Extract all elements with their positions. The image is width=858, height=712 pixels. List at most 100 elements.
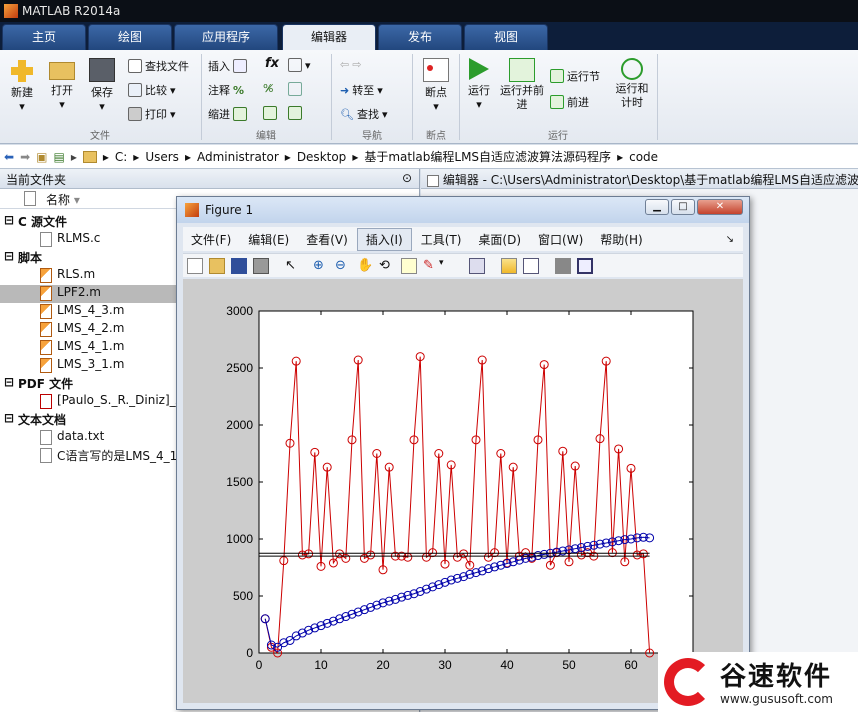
y-tick-label: 1500 [226,475,253,489]
ribbon: 新建 ▾ 打开 ▾ 保存 ▾ 查找文件 比较 ▾ 打印 ▾ 文件 插入 fx ▾ 注释% … [0,50,858,144]
fx-button[interactable]: fx [265,56,279,71]
menu-file[interactable]: 文件(F) [183,229,239,250]
pan-hand-icon[interactable]: ✋ [357,258,373,274]
compare-button[interactable]: 比较 ▾ [128,82,176,98]
path-separator-icon: ▸ [70,149,77,164]
cell-icon [288,58,302,72]
path-segment[interactable]: Desktop [297,150,347,164]
new-button[interactable]: 新建 ▾ [4,58,40,113]
x-tick-label: 10 [314,658,328,672]
panel-menu-icon[interactable]: ⊙ [402,171,412,185]
menu-insert[interactable]: 插入(I) [356,227,412,251]
run-section-button[interactable]: 运行节 [550,68,600,84]
tab-view[interactable]: 视图 [464,24,548,50]
m-file-icon [40,268,52,283]
tab-plots[interactable]: 绘图 [88,24,172,50]
insert-icon [233,59,247,73]
path-segment[interactable]: Users [145,150,179,164]
menu-help[interactable]: 帮助(H) [592,229,650,250]
decrease-indent-button[interactable] [288,106,302,120]
menu-view[interactable]: 查看(V) [298,229,356,250]
editor-header: 编辑器 - C:\Users\Administrator\Desktop\基于m… [421,169,858,189]
m-file-icon [40,286,52,301]
legend-icon[interactable] [523,258,539,274]
path-sep: ▸ [102,149,109,164]
window-title: MATLAB R2014a [22,4,121,18]
open-file-icon[interactable] [209,258,225,274]
path-segment[interactable]: C: [115,150,127,164]
browse-folder-icon[interactable]: ▤ [53,150,64,164]
breakpoints-button[interactable]: 断点 ▾ [418,58,454,113]
chart[interactable]: 010203040506070050010001500200025003000 [183,279,743,703]
insert-button[interactable]: 插入 [208,58,247,74]
maximize-button[interactable]: □ [671,199,695,215]
pointer-icon[interactable]: ↖ [285,258,301,274]
title-bar: MATLAB R2014a [0,0,858,22]
y-tick-label: 2500 [226,361,253,375]
x-tick-label: 30 [438,658,452,672]
x-tick-label: 60 [624,658,638,672]
indent-button[interactable]: 缩进 [208,106,247,122]
x-tick-label: 0 [256,658,263,672]
save-figure-icon[interactable] [231,258,247,274]
save-button[interactable]: 保存 ▾ [84,58,120,113]
run-play-icon [469,58,489,80]
print-figure-icon[interactable] [253,258,269,274]
run-advance-button[interactable]: 运行并前进 [500,58,544,112]
dock-arrow-icon[interactable]: ↘ [718,232,742,247]
increase-indent-button[interactable] [263,106,277,120]
new-figure-icon[interactable] [187,258,203,274]
tab-editor[interactable]: 编辑器 [282,24,376,50]
print-button[interactable]: 打印 ▾ [128,106,176,122]
menu-tools[interactable]: 工具(T) [413,229,470,250]
close-button[interactable]: ✕ [697,199,743,215]
path-segment[interactable]: code [629,150,658,164]
increase-indent-icon [263,106,277,120]
advance-button[interactable]: 前进 [550,94,589,110]
matlab-logo-icon [4,4,18,18]
tab-home[interactable]: 主页 [2,24,86,50]
colorbar-icon[interactable] [501,258,517,274]
menu-edit[interactable]: 编辑(E) [240,229,297,250]
up-folder-icon[interactable]: ▣ [36,150,47,164]
address-bar[interactable]: ⬅ ➡ ▣ ▤ ▸ ▸ C: ▸ Users ▸ Administrator ▸ De… [0,145,858,169]
find-files-button[interactable]: 查找文件 [128,58,189,74]
tab-publish[interactable]: 发布 [378,24,462,50]
forward-icon[interactable]: ➡ [20,150,30,164]
path-segment[interactable]: Administrator [197,150,279,164]
open-button[interactable]: 打开 ▾ [44,58,80,111]
figure-logo-icon [185,203,199,217]
brush-icon[interactable]: ✎ [423,258,439,274]
show-plot-tools-icon[interactable] [577,258,593,274]
menu-window[interactable]: 窗口(W) [530,229,591,250]
rotate-3d-icon[interactable]: ⟲ [379,258,395,274]
hide-plot-tools-icon[interactable] [555,258,571,274]
menu-desktop[interactable]: 桌面(D) [470,229,529,250]
path-segment[interactable]: 基于matlab编程LMS自适应滤波算法源码程序 [364,148,611,165]
find-button[interactable]: 🔍︎ 查找 ▾ [340,106,388,122]
path-sep: ▸ [617,149,624,164]
goto-arrow-icon: ➜ [340,83,350,97]
wrap-comment-button[interactable] [288,82,302,96]
zoom-out-icon[interactable]: ⊖ [335,258,351,274]
save-disk-icon [89,58,115,82]
back-icon[interactable]: ⬅ [4,150,14,164]
run-button[interactable]: 运行 ▾ [462,58,496,111]
figure-window: Figure 1 ▁ □ ✕ 文件(F) 编辑(E) 查看(V) 插入(I) 工… [176,196,750,710]
link-plot-icon[interactable] [469,258,485,274]
minimize-button[interactable]: ▁ [645,199,669,215]
figure-menu-bar: 文件(F) 编辑(E) 查看(V) 插入(I) 工具(T) 桌面(D) 窗口(W… [183,227,743,251]
run-and-time-button[interactable]: 运行和计时 [612,58,652,110]
decrease-indent-icon [288,106,302,120]
data-cursor-icon[interactable] [401,258,417,274]
comment-button[interactable]: 注释% [208,82,244,98]
zoom-in-icon[interactable]: ⊕ [313,258,329,274]
cell-icon-button[interactable]: ▾ [288,58,311,72]
goto-button[interactable]: ➜ 转至 ▾ [340,82,383,98]
brush-dropdown-icon[interactable]: ▾ [439,258,455,274]
tab-apps[interactable]: 应用程序 [174,24,278,50]
y-tick-label: 0 [246,646,253,660]
uncomment-button[interactable]: %̸ [263,82,273,95]
back-forward-buttons[interactable]: ⇦ ⇨ [340,58,361,71]
m-file-icon [40,358,52,373]
